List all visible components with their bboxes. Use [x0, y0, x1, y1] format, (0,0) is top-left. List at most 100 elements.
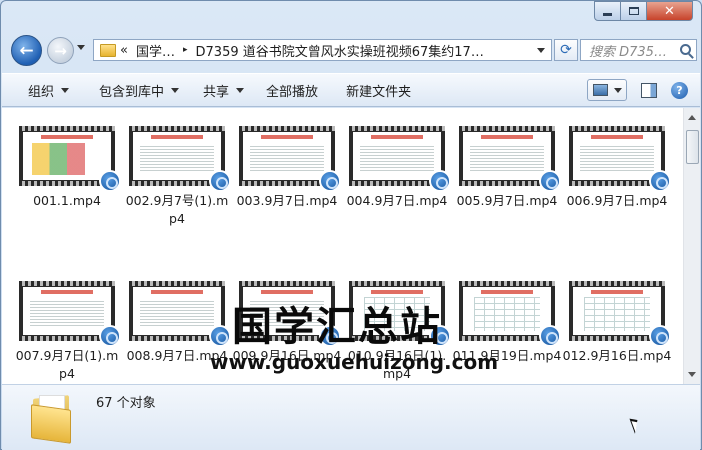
slide-preview — [23, 132, 111, 180]
slide-preview — [133, 132, 221, 180]
film-strip-top — [459, 126, 555, 131]
breadcrumb-segment-current[interactable]: D7359 道谷书院文曾风水实操班视频67集约17… — [196, 41, 484, 60]
close-icon: ✕ — [664, 3, 675, 19]
slide-body — [470, 144, 544, 172]
navigation-bar: ← → « 国学… ▸ D7359 道谷书院文曾风水实操班视频67集约17… ⟳… — [7, 31, 697, 71]
address-overflow[interactable]: « — [120, 43, 128, 58]
slide-preview — [133, 287, 221, 335]
folder-icon — [29, 391, 77, 444]
slide-preview — [243, 132, 331, 180]
slide-body — [30, 299, 104, 327]
file-name: 005.9月7日.mp4 — [456, 193, 558, 208]
file-item[interactable]: 005.9月7日.mp4 — [452, 126, 562, 210]
file-item[interactable]: 004.9月7日.mp4 — [342, 126, 452, 210]
minimize-icon — [603, 12, 612, 16]
slide-heading — [480, 290, 534, 294]
slide-body — [140, 299, 214, 327]
help-icon[interactable]: ? — [671, 81, 688, 99]
vertical-scrollbar[interactable] — [683, 108, 700, 384]
video-thumbnail — [19, 281, 121, 347]
file-item[interactable]: 002.9月7号(1).mp4 — [122, 126, 232, 228]
slide-body — [580, 144, 654, 172]
file-item[interactable]: 003.9月7日.mp4 — [232, 126, 342, 210]
file-name: 001.1.mp4 — [33, 193, 101, 208]
chevron-down-icon — [614, 87, 622, 93]
slide-preview — [23, 287, 111, 335]
scrollbar-thumb[interactable] — [686, 130, 699, 164]
include-in-library-menu[interactable]: 包含到库中 — [91, 74, 187, 106]
slide-preview — [573, 287, 661, 335]
new-folder-button[interactable]: 新建文件夹 — [338, 74, 419, 106]
file-name: 006.9月7日.mp4 — [566, 193, 668, 208]
include-library-label: 包含到库中 — [99, 84, 165, 100]
video-thumbnail — [459, 281, 561, 347]
maximize-button[interactable] — [621, 1, 647, 21]
slide-heading — [150, 290, 204, 294]
video-thumbnail — [459, 126, 561, 192]
folder-icon — [100, 43, 116, 57]
film-strip-top — [19, 281, 115, 286]
film-strip-top — [239, 281, 335, 286]
film-strip-top — [349, 281, 445, 286]
slide-body — [473, 297, 541, 331]
play-all-button[interactable]: 全部播放 — [258, 74, 326, 106]
search-icon[interactable] — [680, 44, 691, 55]
chevron-down-icon — [236, 87, 245, 93]
refresh-button[interactable]: ⟳ — [554, 39, 578, 61]
film-strip-top — [239, 126, 335, 131]
new-folder-label: 新建文件夹 — [346, 84, 412, 100]
play-all-label: 全部播放 — [266, 84, 319, 100]
file-name: 012.9月16日.mp4 — [562, 348, 672, 363]
file-name: 002.9月7号(1).mp4 — [125, 193, 229, 226]
file-list: 001.1.mp4 002.9月7号(1).mp4 003.9月7日.mp4 004.… — [2, 108, 700, 384]
back-button[interactable]: ← — [11, 35, 42, 66]
slide-heading — [590, 135, 644, 139]
slide-body — [140, 144, 214, 172]
media-player-icon — [209, 325, 231, 347]
scroll-up-icon[interactable] — [688, 115, 696, 120]
film-strip-top — [349, 126, 445, 131]
slide-preview — [573, 132, 661, 180]
minimize-button[interactable] — [594, 1, 621, 21]
preview-pane-icon[interactable] — [641, 82, 657, 98]
forward-arrow-icon: → — [54, 41, 67, 60]
caption-buttons: ✕ — [594, 1, 693, 21]
recent-pages-dropdown[interactable] — [77, 45, 85, 50]
file-item[interactable]: 001.1.mp4 — [12, 126, 122, 210]
file-item[interactable]: 007.9月7日(1).mp4 — [12, 281, 122, 383]
share-menu[interactable]: 共享 — [195, 74, 252, 106]
slide-body — [360, 144, 434, 172]
address-dropdown-icon[interactable] — [537, 48, 545, 53]
organize-menu[interactable]: 组织 — [2, 74, 77, 106]
media-player-icon — [99, 170, 121, 192]
file-item[interactable]: 006.9月7日.mp4 — [562, 126, 672, 210]
scroll-down-icon[interactable] — [688, 372, 696, 377]
details-pane: 67 个对象 — [2, 384, 700, 450]
item-count: 67 个对象 — [96, 396, 156, 411]
search-input[interactable]: 搜索 D735… — [580, 39, 697, 61]
view-icon — [593, 84, 608, 96]
video-thumbnail — [569, 281, 671, 347]
folder-front-shape — [31, 404, 71, 444]
slide-body — [31, 143, 85, 175]
media-player-icon — [539, 325, 561, 347]
maximize-icon — [628, 7, 639, 15]
video-thumbnail — [129, 126, 231, 192]
breadcrumb-segment-root[interactable]: 国学… — [136, 41, 175, 60]
address-bar[interactable]: « 国学… ▸ D7359 道谷书院文曾风水实操班视频67集约17… — [93, 39, 552, 61]
organize-label: 组织 — [28, 84, 55, 100]
film-strip-top — [459, 281, 555, 286]
film-strip-top — [569, 126, 665, 131]
slide-preview — [463, 287, 551, 335]
forward-button[interactable]: → — [47, 37, 74, 64]
watermark-url: www.guoxuehuizong.com — [210, 350, 499, 374]
explorer-window: ✕ ← → « 国学… ▸ D7359 道谷书院文曾风水实操班视频67集约17…… — [0, 0, 702, 450]
search-placeholder: 搜索 D735… — [589, 44, 667, 60]
file-item[interactable]: 012.9月16日.mp4 — [562, 281, 672, 365]
change-view-button[interactable] — [587, 79, 627, 101]
close-button[interactable]: ✕ — [647, 1, 693, 21]
breadcrumb-separator-icon[interactable]: ▸ — [183, 45, 188, 55]
file-name: 004.9月7日.mp4 — [346, 193, 448, 208]
media-player-icon — [649, 325, 671, 347]
file-name: 003.9月7日.mp4 — [236, 193, 338, 208]
